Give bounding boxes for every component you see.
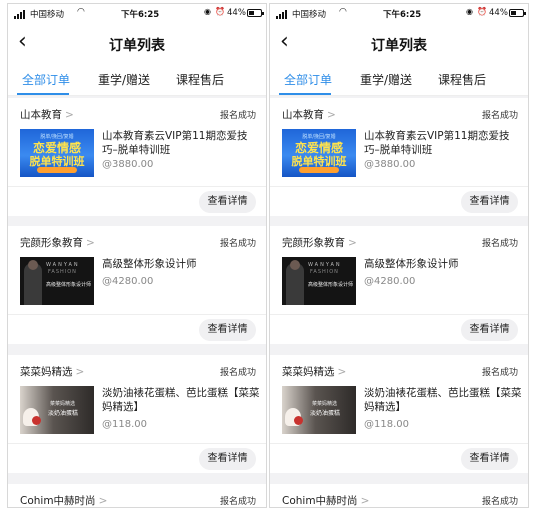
shop-name[interactable]: 菜菜妈精选 > — [20, 364, 84, 379]
order-status: 报名成功 — [481, 368, 518, 378]
shop-name[interactable]: 完颜形象教育 > — [282, 235, 357, 250]
signal-icon — [14, 10, 25, 19]
view-details-button[interactable]: 查看详情 — [461, 319, 518, 341]
page-title: 订单列表 — [371, 38, 427, 54]
rotation-lock-icon: ◉ — [466, 7, 473, 16]
product-name[interactable]: 高级整体形象设计师 — [364, 257, 524, 271]
status-bar: 中国移动 ◠ 下午6:25 ◉ ⏰ 44% — [8, 4, 266, 24]
chevron-right-icon: > — [348, 237, 357, 249]
wifi-icon: ◠ — [77, 7, 85, 17]
chevron-right-icon: > — [98, 495, 108, 507]
product-price: @118.00 — [364, 419, 409, 430]
order-status: 报名成功 — [219, 239, 256, 249]
order-card: 山本教育 > 报名成功 脱单/挽回/复婚 恋爱情感 脱单特训班 山本教育素云VIP… — [270, 98, 528, 216]
tab-after-sales[interactable]: 课程售后 — [176, 71, 224, 88]
chevron-right-icon: > — [75, 366, 85, 378]
order-status: 报名成功 — [219, 368, 256, 378]
phone-screen-left: 中国移动 ◠ 下午6:25 ◉ ⏰ 44% ‹ 订单列表 全部订单 重学/赠送 … — [7, 3, 267, 508]
alarm-icon: ⏰ — [477, 7, 487, 16]
order-status: 报名成功 — [219, 497, 256, 507]
active-tab-indicator — [279, 93, 331, 95]
order-card: 完颜形象教育 > 报名成功 WANYAN FASHION 高级整体形象设计师 高级… — [8, 226, 266, 344]
order-tabs: 全部订单 重学/赠送 课程售后 — [8, 62, 266, 96]
product-name[interactable]: 山本教育素云VIP第11期恋爱技巧–脱单特训班 — [102, 129, 262, 157]
wifi-icon: ◠ — [339, 7, 347, 17]
product-thumbnail[interactable]: 菜菜妈精选 淡奶油蛋糕 — [282, 386, 356, 434]
tab-relearn-gift[interactable]: 重学/赠送 — [98, 71, 150, 88]
order-card: Cohim中赫时尚 > 报名成功 — [270, 484, 528, 507]
product-price: @4280.00 — [102, 276, 154, 287]
product-name[interactable]: 淡奶油裱花蛋糕、芭比蛋糕【菜菜妈精选】 — [102, 386, 262, 414]
chevron-right-icon: > — [360, 495, 370, 507]
alarm-icon: ⏰ — [215, 7, 225, 16]
order-card: 完颜形象教育 > 报名成功 WANYAN FASHION 高级整体形象设计师 高级… — [270, 226, 528, 344]
order-card: 菜菜妈精选 > 报名成功 菜菜妈精选 淡奶油蛋糕 淡奶油裱花蛋糕、芭比蛋糕【菜菜妈… — [270, 355, 528, 473]
shop-name[interactable]: 菜菜妈精选 > — [282, 364, 346, 379]
order-status: 报名成功 — [481, 239, 518, 249]
product-thumbnail[interactable]: 脱单/挽回/复婚 恋爱情感 脱单特训班 — [20, 129, 94, 177]
nav-bar: ‹ 订单列表 — [270, 24, 528, 62]
product-thumbnail[interactable]: WANYAN FASHION 高级整体形象设计师 — [20, 257, 94, 305]
chevron-right-icon: > — [327, 109, 336, 121]
view-details-button[interactable]: 查看详情 — [199, 191, 256, 213]
status-bar: 中国移动 ◠ 下午6:25 ◉ ⏰ 44% — [270, 4, 528, 24]
view-details-button[interactable]: 查看详情 — [199, 448, 256, 470]
order-status: 报名成功 — [481, 497, 518, 507]
page-title: 订单列表 — [109, 38, 165, 54]
status-time: 下午6:25 — [383, 10, 422, 20]
nav-bar: ‹ 订单列表 — [8, 24, 266, 62]
tab-all-orders[interactable]: 全部订单 — [284, 71, 332, 88]
tab-relearn-gift[interactable]: 重学/赠送 — [360, 71, 412, 88]
signal-icon — [276, 10, 287, 19]
order-status: 报名成功 — [219, 111, 256, 121]
order-card: 菜菜妈精选 > 报名成功 菜菜妈精选 淡奶油蛋糕 淡奶油裱花蛋糕、芭比蛋糕【菜菜妈… — [8, 355, 266, 473]
battery-icon — [509, 9, 526, 17]
product-name[interactable]: 淡奶油裱花蛋糕、芭比蛋糕【菜菜妈精选】 — [364, 386, 524, 414]
product-price: @4280.00 — [364, 276, 416, 287]
product-name[interactable]: 高级整体形象设计师 — [102, 257, 262, 271]
chevron-right-icon: > — [86, 237, 95, 249]
status-time: 下午6:25 — [121, 10, 160, 20]
product-thumbnail[interactable]: 脱单/挽回/复婚 恋爱情感 脱单特训班 — [282, 129, 356, 177]
shop-name[interactable]: Cohim中赫时尚 > — [20, 493, 108, 507]
product-thumbnail[interactable]: WANYAN FASHION 高级整体形象设计师 — [282, 257, 356, 305]
carrier-name: 中国移动 — [30, 10, 65, 20]
product-price: @3880.00 — [364, 159, 416, 170]
shop-name[interactable]: 完颜形象教育 > — [20, 235, 95, 250]
shop-name[interactable]: Cohim中赫时尚 > — [282, 493, 370, 507]
battery-icon — [247, 9, 264, 17]
chevron-right-icon: > — [65, 109, 74, 121]
rotation-lock-icon: ◉ — [204, 7, 211, 16]
order-status: 报名成功 — [481, 111, 518, 121]
chevron-right-icon: > — [337, 366, 347, 378]
product-price: @118.00 — [102, 419, 147, 430]
screenshot-pair: 中国移动 ◠ 下午6:25 ◉ ⏰ 44% ‹ 订单列表 全部订单 重学/赠送 … — [0, 0, 534, 512]
view-details-button[interactable]: 查看详情 — [461, 448, 518, 470]
battery-percent: 44% — [227, 8, 246, 18]
carrier-name: 中国移动 — [292, 10, 327, 20]
product-thumbnail[interactable]: 菜菜妈精选 淡奶油蛋糕 — [20, 386, 94, 434]
order-card: Cohim中赫时尚 > 报名成功 — [8, 484, 266, 507]
order-card: 山本教育 > 报名成功 脱单/挽回/复婚 恋爱情感 脱单特训班 山本教育素云VIP… — [8, 98, 266, 216]
active-tab-indicator — [17, 93, 69, 95]
shop-name[interactable]: 山本教育 > — [282, 107, 336, 122]
tab-all-orders[interactable]: 全部订单 — [22, 71, 70, 88]
order-tabs: 全部订单 重学/赠送 课程售后 — [270, 62, 528, 96]
phone-screen-right: 中国移动 ◠ 下午6:25 ◉ ⏰ 44% ‹ 订单列表 全部订单 重学/赠送 … — [269, 3, 529, 508]
shop-name[interactable]: 山本教育 > — [20, 107, 74, 122]
view-details-button[interactable]: 查看详情 — [199, 319, 256, 341]
product-price: @3880.00 — [102, 159, 154, 170]
view-details-button[interactable]: 查看详情 — [461, 191, 518, 213]
tab-after-sales[interactable]: 课程售后 — [438, 71, 486, 88]
product-name[interactable]: 山本教育素云VIP第11期恋爱技巧–脱单特训班 — [364, 129, 524, 157]
battery-percent: 44% — [489, 8, 508, 18]
